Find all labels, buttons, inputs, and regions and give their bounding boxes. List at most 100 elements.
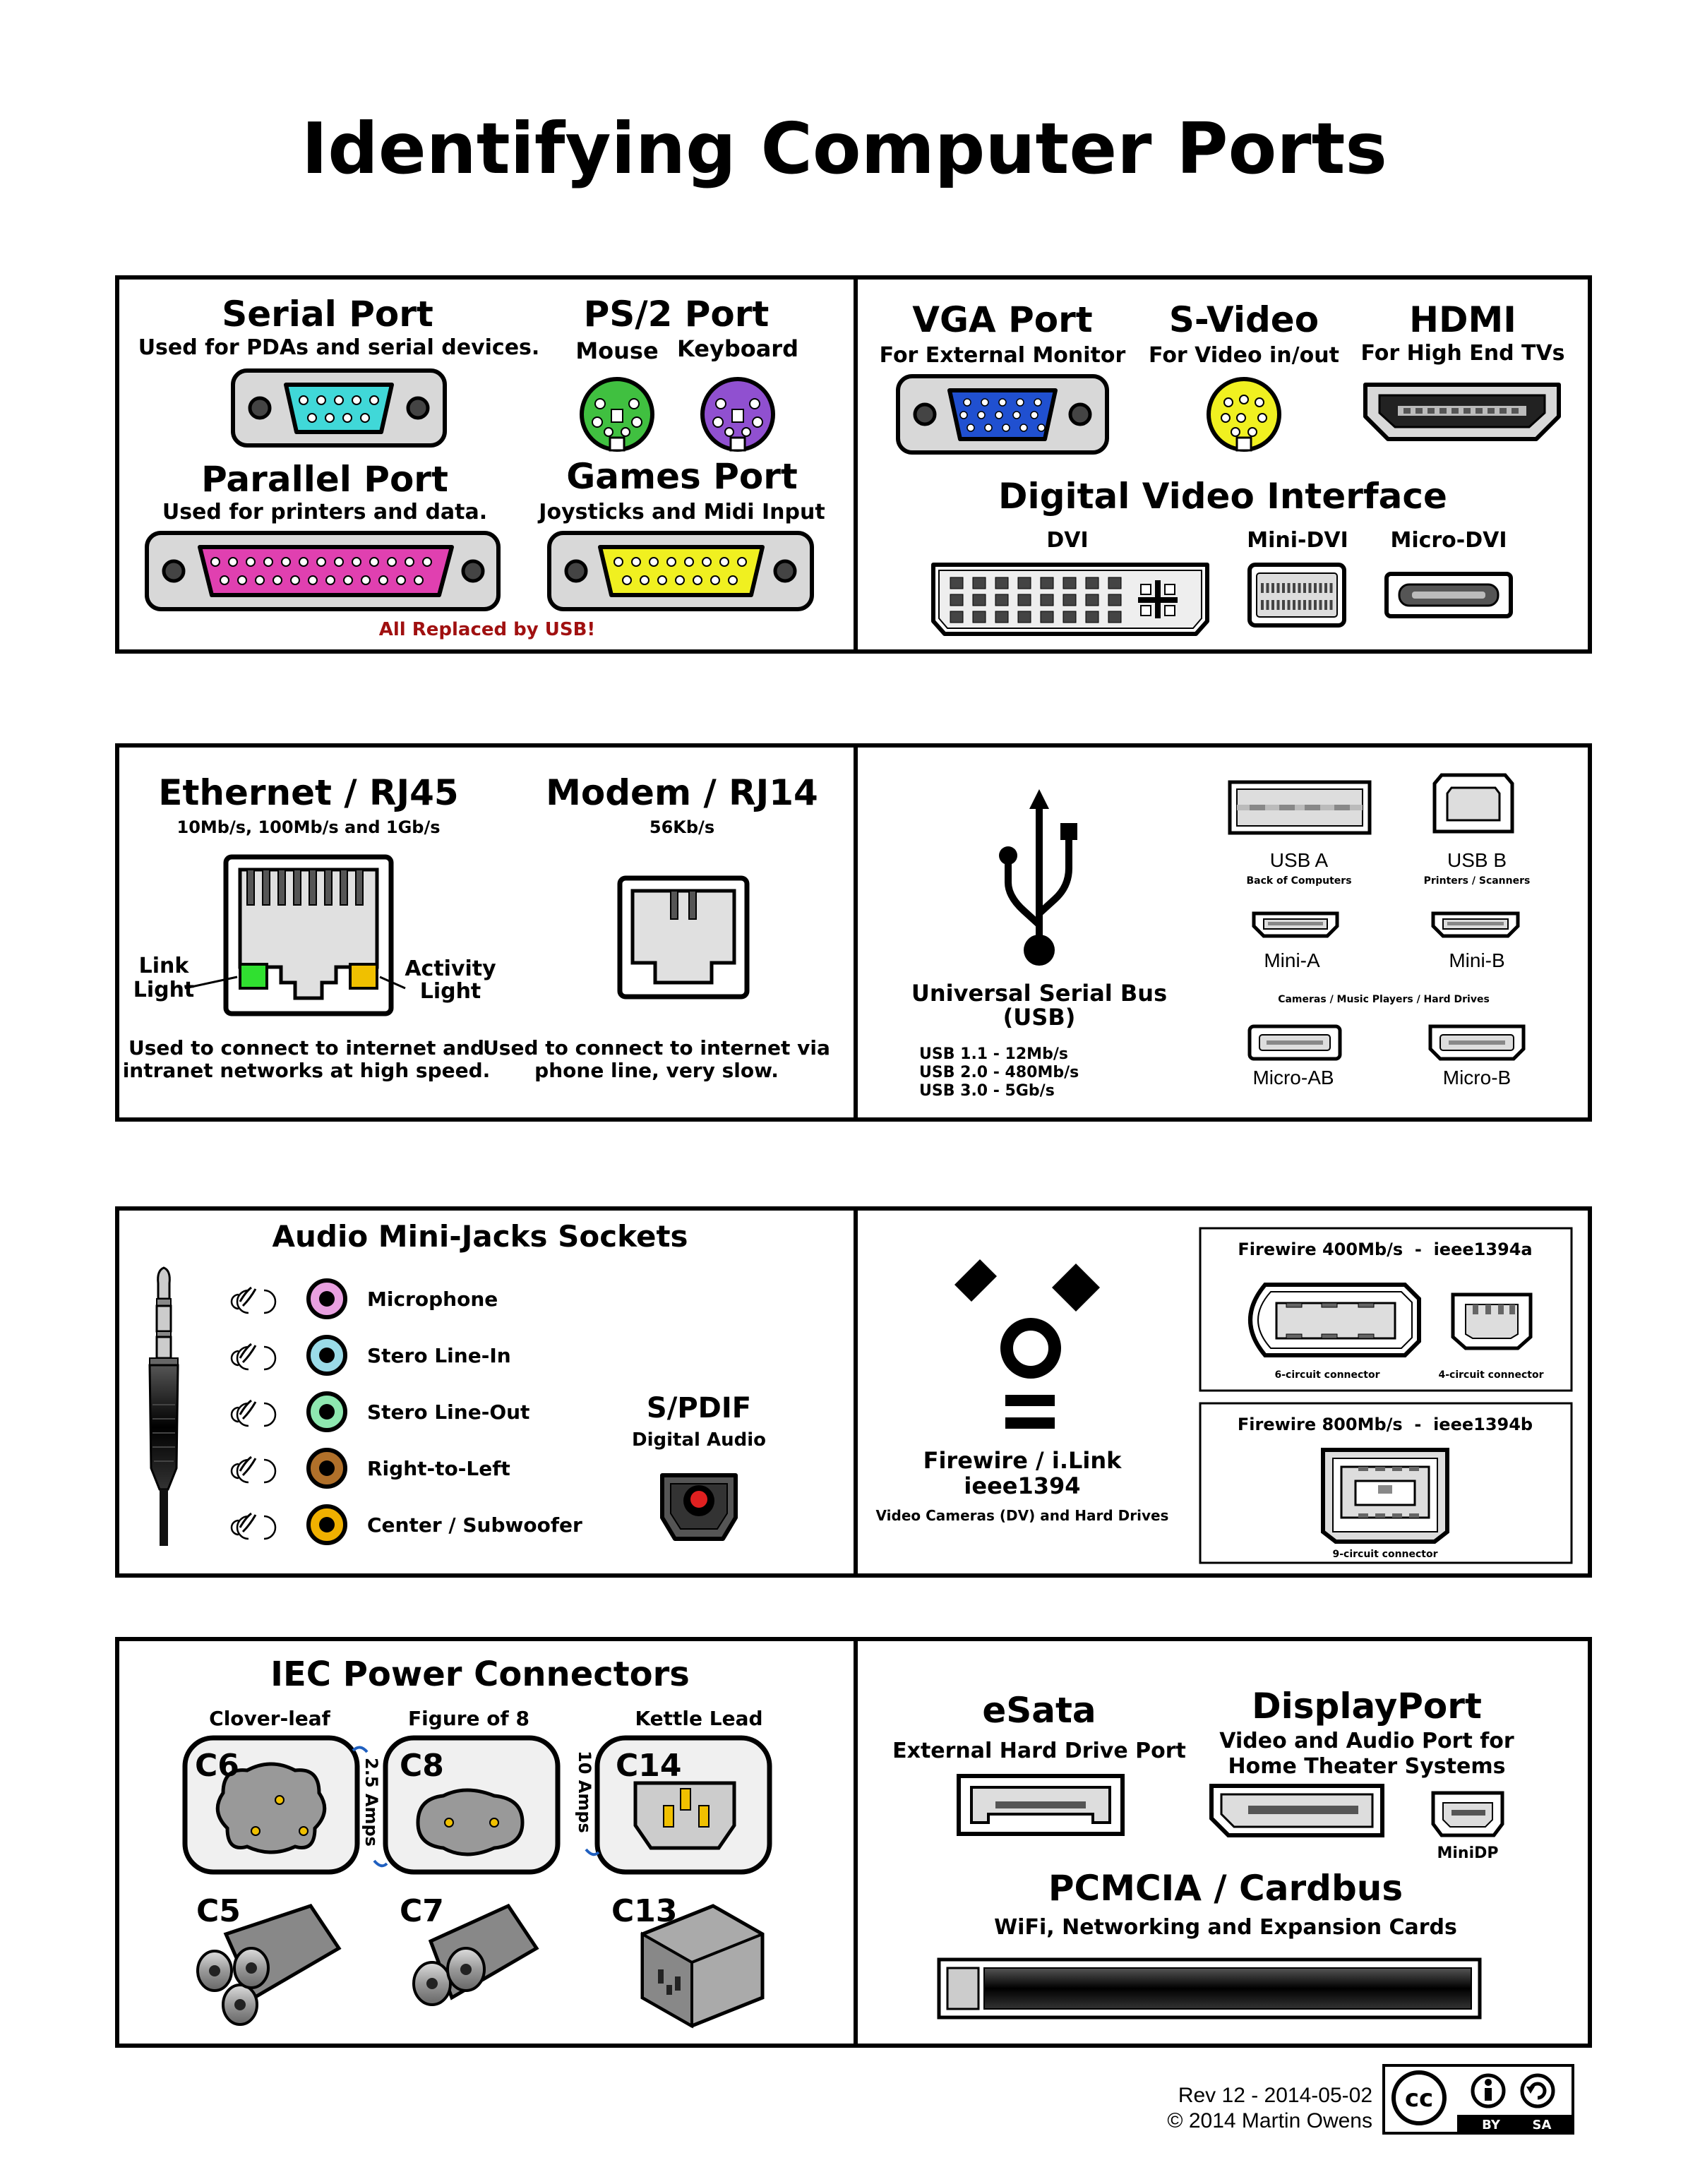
spdif-connector bbox=[660, 1473, 738, 1541]
ps2-mouse-label: Mouse bbox=[575, 337, 658, 364]
c8-label: C8 bbox=[400, 1748, 444, 1784]
jack-hole bbox=[319, 1348, 335, 1363]
power-title: IEC Power Connectors bbox=[270, 1655, 690, 1694]
ps2-keyboard-label: Keyboard bbox=[677, 335, 798, 362]
cc-text: cc bbox=[1405, 2084, 1433, 2113]
mini-a-label: Mini-A bbox=[1264, 949, 1320, 971]
hdmi-desc: For High End TVs bbox=[1360, 341, 1564, 366]
usb-title-2: (USB) bbox=[1003, 1004, 1076, 1031]
usb-speed-1: USB 1.1 - 12Mb/s bbox=[919, 1045, 1068, 1063]
audio-symbol-icon bbox=[230, 1399, 277, 1427]
usb-speed-3: USB 3.0 - 5Gb/s bbox=[919, 1082, 1055, 1100]
esata-desc: External Hard Drive Port bbox=[892, 1739, 1186, 1763]
pcmcia-desc: WiFi, Networking and Expansion Cards bbox=[994, 1915, 1457, 1940]
firewire-title-1: Firewire / i.Link bbox=[923, 1447, 1123, 1474]
parallel-port-desc: Used for printers and data. bbox=[162, 500, 487, 524]
micro-dvi-label: Micro-DVI bbox=[1390, 528, 1507, 553]
revision-text: Rev 12 - 2014-05-02 bbox=[1178, 2084, 1372, 2107]
usb-b-sub: Printers / Scanners bbox=[1424, 875, 1531, 887]
audio-title: Audio Mini-Jacks Sockets bbox=[272, 1219, 688, 1254]
audio-jack-label: Microphone bbox=[367, 1288, 498, 1311]
games-port-title: Games Port bbox=[566, 456, 798, 497]
fw400-6pin-label: 6-circuit connector bbox=[1274, 1369, 1379, 1381]
sa-icon bbox=[1520, 2073, 1555, 2108]
audio-symbol-icon bbox=[230, 1286, 277, 1314]
pcmcia-slot bbox=[937, 1957, 1482, 2020]
c5-label: C5 bbox=[196, 1893, 241, 1929]
sa-text: SA bbox=[1533, 2118, 1552, 2132]
ps2-port-title: PS/2 Port bbox=[584, 294, 770, 335]
micro-b-connector bbox=[1428, 1024, 1526, 1061]
displayport-desc-2: Home Theater Systems bbox=[1228, 1754, 1506, 1779]
figure8-label: Figure of 8 bbox=[408, 1707, 529, 1730]
audio-jack-label: Stero Line-Out bbox=[367, 1400, 529, 1424]
micro-b-label: Micro-B bbox=[1443, 1067, 1511, 1088]
spdif-title: S/PDIF bbox=[647, 1392, 751, 1424]
ethernet-desc-1: Used to connect to internet and bbox=[128, 1036, 484, 1060]
hdmi-title: HDMI bbox=[1409, 299, 1516, 340]
audio-symbol-icon bbox=[230, 1343, 277, 1371]
ethernet-title: Ethernet / RJ45 bbox=[158, 772, 458, 813]
serial-port-desc: Used for PDAs and serial devices. bbox=[138, 335, 540, 360]
ports-diagram: Identifying Computer Ports Serial Port U… bbox=[115, 107, 1592, 2135]
mini-b-connector bbox=[1431, 911, 1520, 938]
c14-label: C14 bbox=[616, 1748, 682, 1784]
vga-port-connector bbox=[896, 374, 1109, 455]
activity-light-label-2: Light bbox=[420, 979, 481, 1004]
audio-jack-label: Right-to-Left bbox=[367, 1457, 510, 1480]
parallel-port-title: Parallel Port bbox=[201, 459, 448, 500]
modem-title: Modem / RJ14 bbox=[546, 772, 818, 813]
ps2-mouse-connector bbox=[580, 377, 654, 452]
games-port-desc: Joysticks and Midi Input bbox=[537, 500, 825, 524]
fw400-title: Firewire 400Mb/s - ieee1394a bbox=[1238, 1240, 1532, 1259]
audio-jack-label: Stero Line-In bbox=[367, 1344, 511, 1367]
audio-jack-row: Stero Line-In bbox=[230, 1335, 511, 1376]
audio-jack-row: Microphone bbox=[230, 1278, 498, 1319]
video-ports-panel: VGA Port For External Monitor S-Video Fo… bbox=[854, 275, 1592, 654]
audio-panel: Audio Mini-Jacks Sockets Microphone Stero… bbox=[115, 1206, 858, 1578]
firewire-panel: Firewire / i.Link ieee1394 Video Cameras… bbox=[854, 1206, 1592, 1578]
by-text: BY bbox=[1482, 2118, 1501, 2132]
audio-jack-label: Center / Subwoofer bbox=[367, 1513, 582, 1537]
fw800-9pin-connector bbox=[1321, 1448, 1449, 1544]
firewire-logo-icon bbox=[954, 1259, 1100, 1429]
minidp-label: MiniDP bbox=[1437, 1844, 1498, 1862]
vga-port-title: VGA Port bbox=[912, 299, 1092, 340]
usb-b-connector bbox=[1432, 773, 1514, 834]
network-ports-panel: Ethernet / RJ45 10Mb/s, 100Mb/s and 1Gb/… bbox=[115, 743, 858, 1122]
fw400-4pin-connector bbox=[1451, 1292, 1533, 1350]
micro-dvi-connector bbox=[1384, 572, 1513, 618]
minidp-connector bbox=[1431, 1791, 1504, 1837]
page-title: Identifying Computer Ports bbox=[301, 107, 1387, 190]
parallel-port-connector bbox=[145, 531, 501, 611]
hdmi-connector bbox=[1363, 383, 1561, 441]
jack-hole bbox=[319, 1460, 335, 1476]
mini-dvi-connector bbox=[1247, 563, 1346, 628]
vga-port-desc: For External Monitor bbox=[880, 343, 1126, 368]
dvi-label: DVI bbox=[1046, 528, 1088, 553]
micro-ab-connector bbox=[1247, 1024, 1342, 1061]
fw400-4pin-label: 4-circuit connector bbox=[1438, 1369, 1543, 1381]
misc-ports-panel: eSata External Hard Drive Port DisplayPo… bbox=[854, 1637, 1592, 2048]
modem-connector bbox=[617, 875, 750, 1000]
svideo-desc: For Video in/out bbox=[1149, 343, 1339, 368]
serial-port-connector bbox=[231, 368, 447, 448]
modem-desc-2: phone line, very slow. bbox=[534, 1059, 779, 1082]
dvi-section-title: Digital Video Interface bbox=[998, 476, 1447, 517]
audio-jack-row: Center / Subwoofer bbox=[230, 1504, 582, 1545]
modem-speed: 56Kb/s bbox=[650, 817, 714, 837]
games-port-connector bbox=[547, 531, 814, 611]
usb-speed-2: USB 2.0 - 480Mb/s bbox=[919, 1064, 1079, 1081]
usb-a-sub: Back of Computers bbox=[1246, 875, 1351, 887]
usb-a-connector bbox=[1228, 780, 1372, 835]
pcmcia-title: PCMCIA / Cardbus bbox=[1048, 1868, 1403, 1909]
spdif-desc: Digital Audio bbox=[632, 1429, 766, 1451]
micro-ab-label: Micro-AB bbox=[1252, 1067, 1334, 1088]
fw800-9pin-label: 9-circuit connector bbox=[1332, 1549, 1437, 1560]
legacy-ports-panel: Serial Port Used for PDAs and serial dev… bbox=[115, 275, 858, 654]
usb-trident-icon bbox=[999, 789, 1077, 966]
ethernet-speeds: 10Mb/s, 100Mb/s and 1Gb/s bbox=[177, 817, 441, 837]
mini-usb-sub: Cameras / Music Players / Hard Drives bbox=[1278, 994, 1490, 1005]
audio-plug-icon bbox=[148, 1266, 179, 1546]
cloverleaf-label: Clover-leaf bbox=[209, 1707, 331, 1730]
